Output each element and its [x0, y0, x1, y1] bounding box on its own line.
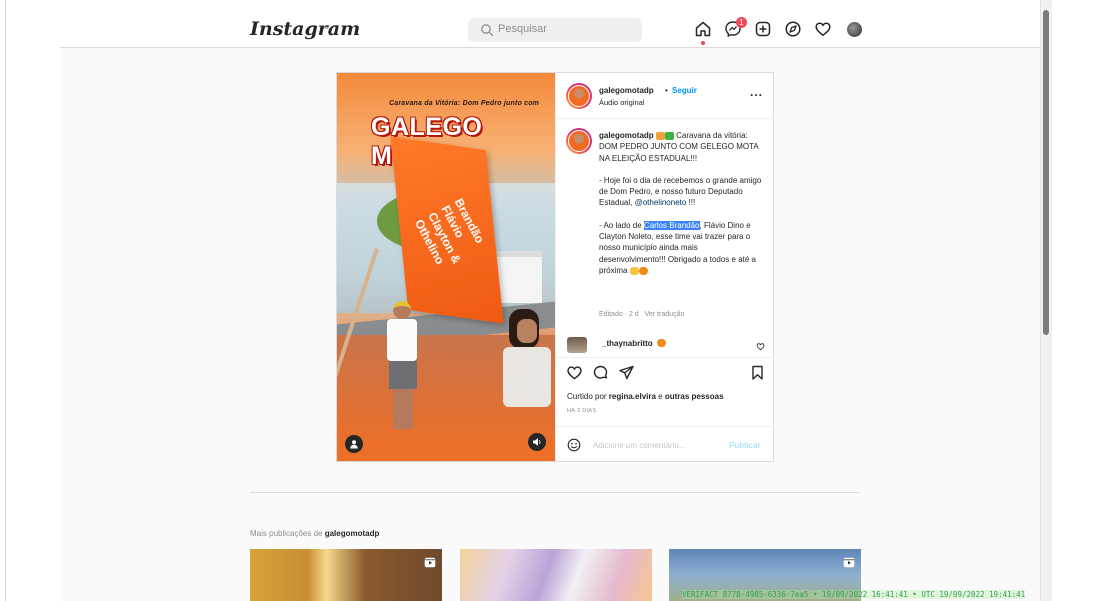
home-active-dot: [701, 41, 705, 45]
post-card: Caravana da Vitória: Dom Pedro junto com…: [336, 72, 774, 462]
comment-item: _thaynabritto: [556, 333, 774, 357]
video-person-woman: [501, 309, 555, 459]
header-separator: •: [665, 86, 668, 95]
more-options-icon[interactable]: ...: [750, 85, 763, 99]
post-caption: galegomotadp Caravana da vitória: DOM PE…: [556, 119, 774, 329]
top-navigation-bar: Instagram ⌄ Pesquisar 1: [60, 0, 1040, 48]
emoji-picker-icon[interactable]: [567, 438, 581, 452]
caption-author-avatar[interactable]: [566, 128, 592, 154]
scrollbar-thumb[interactable]: [1043, 10, 1049, 335]
add-comment-bar: Adicione um comentário... Publicar: [556, 426, 774, 462]
edited-timestamp: Editado · 2 d: [599, 311, 639, 318]
explore-icon[interactable]: [784, 20, 802, 38]
publish-button[interactable]: Publicar: [729, 441, 761, 450]
caption-paragraph-3-start: - Ao lado de: [599, 220, 644, 230]
activity-heart-icon[interactable]: [814, 20, 832, 38]
emoji-wave-icon: [629, 266, 639, 275]
window-left-border: [0, 0, 6, 601]
reel-icon: [843, 555, 855, 568]
comment-like-icon[interactable]: [756, 342, 765, 351]
chevron-down-icon[interactable]: ⌄: [322, 21, 330, 32]
author-avatar[interactable]: [566, 83, 592, 109]
caption-paragraph-2-end: !!!: [686, 198, 696, 208]
instagram-page: Instagram ⌄ Pesquisar 1 Caravana da Vitó…: [60, 0, 1040, 601]
more-posts-heading: Mais publicações de galegomotadp: [250, 529, 379, 538]
search-placeholder: Pesquisar: [498, 23, 547, 35]
profile-avatar[interactable]: [847, 22, 862, 37]
save-bookmark-icon[interactable]: [749, 364, 766, 381]
verification-watermark: VERIFACT 8778-4985-6336-7ea5 • 19/09/202…: [682, 590, 1026, 599]
more-posts-prefix: Mais publicações de: [250, 529, 325, 538]
like-heart-icon[interactable]: [566, 364, 583, 381]
author-username[interactable]: galegomotadp: [599, 86, 654, 95]
section-divider: [250, 492, 860, 493]
tagged-users-icon[interactable]: [345, 435, 363, 453]
liked-mid: e: [655, 392, 665, 401]
audio-toggle-icon[interactable]: [528, 433, 546, 451]
emoji-heart-icon: [657, 339, 666, 347]
see-translation-link[interactable]: Ver tradução: [645, 311, 685, 318]
video-title-small: Caravana da Vitória: Dom Pedro junto com: [389, 100, 540, 107]
liked-prefix: Curtido por: [567, 392, 609, 401]
post-header: galegomotadp • Seguir Áudio original ...: [556, 73, 774, 119]
mention-link[interactable]: @othelinoneto: [635, 198, 687, 207]
liked-by-user[interactable]: regina.elvira: [609, 392, 656, 401]
post-actions: Curtido por regina.elvira e outras pesso…: [556, 357, 774, 461]
reel-icon: [424, 555, 436, 568]
emoji-smile-icon: [638, 266, 648, 275]
liked-by-text: Curtido por regina.elvira e outras pesso…: [567, 392, 724, 401]
more-posts-username[interactable]: galegomotadp: [325, 529, 380, 538]
search-input[interactable]: Pesquisar: [468, 18, 642, 42]
search-icon: [481, 24, 494, 37]
caption-text: galegomotadp Caravana da vitória: DOM PE…: [599, 130, 765, 287]
post-time-ago[interactable]: HÁ 2 DIAS: [567, 408, 596, 414]
comment-icon[interactable]: [592, 364, 609, 381]
post-sidebar: galegomotadp • Seguir Áudio original ...…: [555, 73, 774, 461]
new-post-icon[interactable]: [754, 20, 772, 38]
follow-button[interactable]: Seguir: [672, 86, 697, 95]
post-video[interactable]: Caravana da Vitória: Dom Pedro junto com…: [337, 73, 555, 461]
share-icon[interactable]: [618, 364, 635, 381]
original-audio-link[interactable]: Áudio original: [599, 98, 644, 107]
caption-username[interactable]: galegomotadp: [599, 131, 654, 140]
more-post-thumbnail-1[interactable]: [250, 549, 442, 601]
emoji-check-icon: [664, 131, 674, 140]
instagram-logo[interactable]: Instagram: [250, 18, 360, 40]
messages-badge: 1: [736, 17, 747, 28]
caption-meta: Editado · 2 d Ver tradução: [599, 311, 684, 318]
commenter-avatar[interactable]: [567, 337, 587, 353]
comment-input[interactable]: Adicione um comentário...: [593, 441, 686, 450]
selected-text: Carlos Brandão: [643, 220, 700, 230]
emoji-face-icon: [655, 131, 665, 140]
commenter-username[interactable]: _thaynabritto: [602, 339, 653, 348]
window-right-margin: [1052, 0, 1096, 601]
more-post-thumbnail-2[interactable]: [460, 549, 652, 601]
home-icon[interactable]: [694, 20, 712, 38]
liked-by-others[interactable]: outras pessoas: [665, 392, 724, 401]
video-person-man: [381, 301, 421, 441]
